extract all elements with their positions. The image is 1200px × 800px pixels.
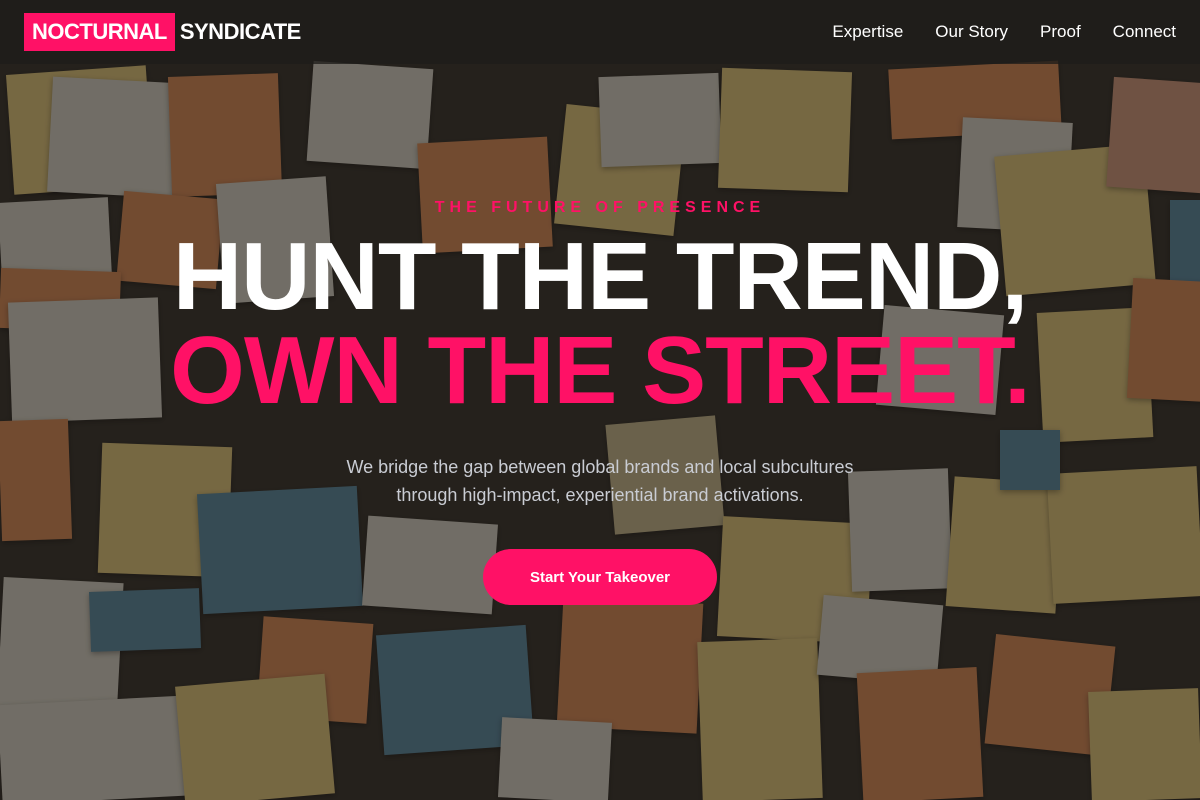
hero-subtitle-line2: through high-impact, experiential brand …: [396, 485, 804, 505]
site-header: NOCTURNAL SYNDICATE Expertise Our Story …: [0, 0, 1200, 64]
hero-headline-line2: OWN THE STREET.: [170, 317, 1031, 424]
nav-link-proof[interactable]: Proof: [1040, 22, 1081, 42]
hero-subtitle-line1: We bridge the gap between global brands …: [346, 457, 854, 477]
start-takeover-button[interactable]: Start Your Takeover: [483, 549, 717, 605]
nav-link-our-story[interactable]: Our Story: [935, 22, 1008, 42]
nav-link-expertise[interactable]: Expertise: [832, 22, 903, 42]
main-nav: Expertise Our Story Proof Connect: [832, 22, 1176, 42]
hero-headline-line1: HUNT THE TREND,: [172, 223, 1028, 330]
hero-subtitle: We bridge the gap between global brands …: [346, 453, 853, 509]
logo-highlight: NOCTURNAL: [24, 13, 175, 51]
hero-eyebrow: THE FUTURE OF PRESENCE: [434, 199, 766, 216]
brand-logo[interactable]: NOCTURNAL SYNDICATE: [24, 13, 301, 51]
logo-text: SYNDICATE: [179, 19, 302, 44]
nav-link-connect[interactable]: Connect: [1113, 22, 1176, 42]
hero-section: THE FUTURE OF PRESENCE HUNT THE TREND, O…: [0, 64, 1200, 800]
